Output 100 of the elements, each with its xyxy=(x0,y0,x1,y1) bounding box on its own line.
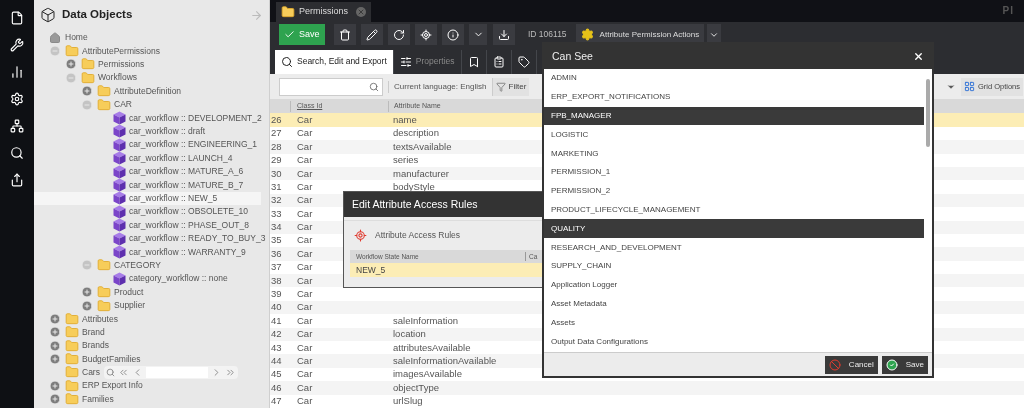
share-icon[interactable] xyxy=(10,172,24,187)
expand-icon[interactable] xyxy=(48,312,62,325)
list-item[interactable]: Application Logger xyxy=(544,275,924,295)
tree-item[interactable]: car_workflow :: MATURE_B_7 xyxy=(34,178,261,192)
list-item[interactable]: Asset Metadata xyxy=(544,294,924,314)
expand-icon[interactable] xyxy=(48,339,62,352)
tree-item[interactable]: Product xyxy=(34,285,261,299)
list-item[interactable]: FPB_MANAGER xyxy=(544,106,924,126)
expand-icon[interactable] xyxy=(48,353,62,366)
expand-icon[interactable] xyxy=(80,286,94,299)
tree-item[interactable]: car_workflow :: ENGINEERING_1 xyxy=(34,138,261,152)
list-item[interactable]: PRODUCT_LIFECYCLE_MANAGEMENT xyxy=(544,200,924,220)
cube-icon xyxy=(40,7,56,23)
info-button[interactable] xyxy=(442,24,464,46)
table-cell-text: manufacturer xyxy=(392,166,449,181)
cube-icon xyxy=(113,218,126,233)
download-icon xyxy=(498,28,510,41)
reload-button[interactable] xyxy=(388,24,410,46)
tree-item[interactable]: ERP Export Info xyxy=(34,379,261,393)
folder-icon xyxy=(65,352,79,367)
close-icon[interactable] xyxy=(913,51,924,62)
logo-text: PI xyxy=(1002,4,1014,19)
expand-icon[interactable] xyxy=(48,326,62,339)
table-cell: Car xyxy=(297,127,313,139)
list-item[interactable]: QUALITY xyxy=(544,219,924,239)
target-button[interactable] xyxy=(415,24,437,46)
list-item[interactable]: PERMISSION_1 xyxy=(544,163,924,182)
tree-item[interactable]: Workflows xyxy=(34,71,261,85)
tree-item[interactable]: Permissions xyxy=(34,57,261,72)
dropdown-button[interactable] xyxy=(469,24,487,46)
tree-item[interactable]: CATEGORY xyxy=(34,258,261,273)
expand-icon[interactable] xyxy=(48,379,62,392)
dialog-title: Edit Attribute Access Rules xyxy=(352,196,478,212)
tree-item[interactable]: Supplier xyxy=(34,298,261,313)
tree-item[interactable]: Home xyxy=(34,31,261,45)
row-number: 36 xyxy=(270,246,283,261)
import-button[interactable] xyxy=(493,24,515,46)
search-field[interactable] xyxy=(279,77,383,96)
expand-icon[interactable] xyxy=(64,58,78,71)
list-item[interactable]: ADMIN xyxy=(544,69,924,88)
table-cell-text: saleInformationAvailable xyxy=(392,354,497,368)
object-id: ID 106115 xyxy=(528,28,567,42)
tree-item[interactable]: BudgetFamilies xyxy=(34,352,261,366)
tree-item[interactable]: car_workflow :: LAUNCH_4 xyxy=(34,151,261,165)
table-cell: Car xyxy=(297,194,313,206)
document-icon[interactable] xyxy=(10,10,24,25)
expand-icon[interactable] xyxy=(48,393,62,406)
list-item[interactable]: MARKETING xyxy=(544,144,924,163)
row-number: 29 xyxy=(270,153,283,168)
trash-icon xyxy=(339,28,351,41)
tree-item[interactable]: CAR xyxy=(34,97,261,112)
table-cell: Car xyxy=(297,341,313,353)
tree-item[interactable]: Brands xyxy=(34,339,261,353)
tree-item[interactable]: car_workflow :: WARRANTY_9 xyxy=(34,245,261,259)
tree-item[interactable]: AttributePermissions xyxy=(34,44,261,58)
wrench-icon[interactable] xyxy=(10,37,24,52)
tree-item[interactable]: Families xyxy=(34,392,261,406)
tree-item[interactable]: AttributeDefinition xyxy=(34,84,261,98)
edit-button[interactable] xyxy=(361,24,383,46)
list-item[interactable]: Assets xyxy=(544,313,924,333)
network-icon[interactable] xyxy=(10,118,24,133)
list-item[interactable]: PERMISSION_2 xyxy=(544,181,924,201)
row-number: 31 xyxy=(270,179,283,194)
list-item[interactable]: RESEARCH_AND_DEVELOPMENT xyxy=(544,238,924,257)
table-cell: Car xyxy=(297,314,313,326)
chart-icon[interactable] xyxy=(10,64,24,79)
folder-icon xyxy=(65,44,79,59)
list-item[interactable]: SUPPLY_CHAIN xyxy=(544,256,924,276)
tree-item[interactable]: car_workflow :: MATURE_A_6 xyxy=(34,164,261,179)
filter-button[interactable]: Filter xyxy=(491,77,530,96)
tree-item[interactable]: Attributes xyxy=(34,312,261,326)
row-number: 26 xyxy=(270,112,283,127)
expand-icon[interactable] xyxy=(80,85,94,98)
search-icon[interactable] xyxy=(10,145,24,160)
expand-icon[interactable] xyxy=(80,299,94,312)
cube-icon xyxy=(113,124,126,139)
filter-icon xyxy=(495,81,506,92)
tree-item[interactable]: car_workflow :: draft xyxy=(34,124,261,139)
tree-item[interactable]: Cars xyxy=(34,365,261,380)
list-item[interactable]: LOGISTIC xyxy=(544,125,924,145)
table-row[interactable]: 46 Car objectType xyxy=(270,381,1024,395)
cube-icon xyxy=(113,151,126,166)
tree-item[interactable]: car_workflow :: OBSOLETE_10 xyxy=(34,205,261,219)
tree-item[interactable]: Brand xyxy=(34,325,261,339)
tab[interactable]: Search, Edit and Export xyxy=(275,49,394,74)
table-cell: Car xyxy=(297,355,313,366)
document-tab[interactable]: Permissions xyxy=(276,1,371,22)
tree-item[interactable]: car_workflow :: PHASE_OUT_8 xyxy=(34,218,261,232)
row-number: 46 xyxy=(270,380,283,395)
list-item[interactable]: Output Data Configurations xyxy=(544,332,924,351)
grid-icon xyxy=(963,81,975,93)
tree-item[interactable]: category_workflow :: none xyxy=(34,272,261,286)
tab[interactable]: Properties xyxy=(393,49,462,74)
save-button[interactable]: Save xyxy=(881,355,928,374)
settings-icon[interactable] xyxy=(10,91,24,106)
trash-button[interactable] xyxy=(334,24,356,46)
cancel-button[interactable]: Cancel xyxy=(824,355,878,374)
folder-icon xyxy=(81,57,95,72)
tree-item[interactable]: car_workflow :: NEW_5 xyxy=(34,191,261,206)
tree-item[interactable]: car_workflow :: DEVELOPMENT_2 xyxy=(34,111,261,125)
